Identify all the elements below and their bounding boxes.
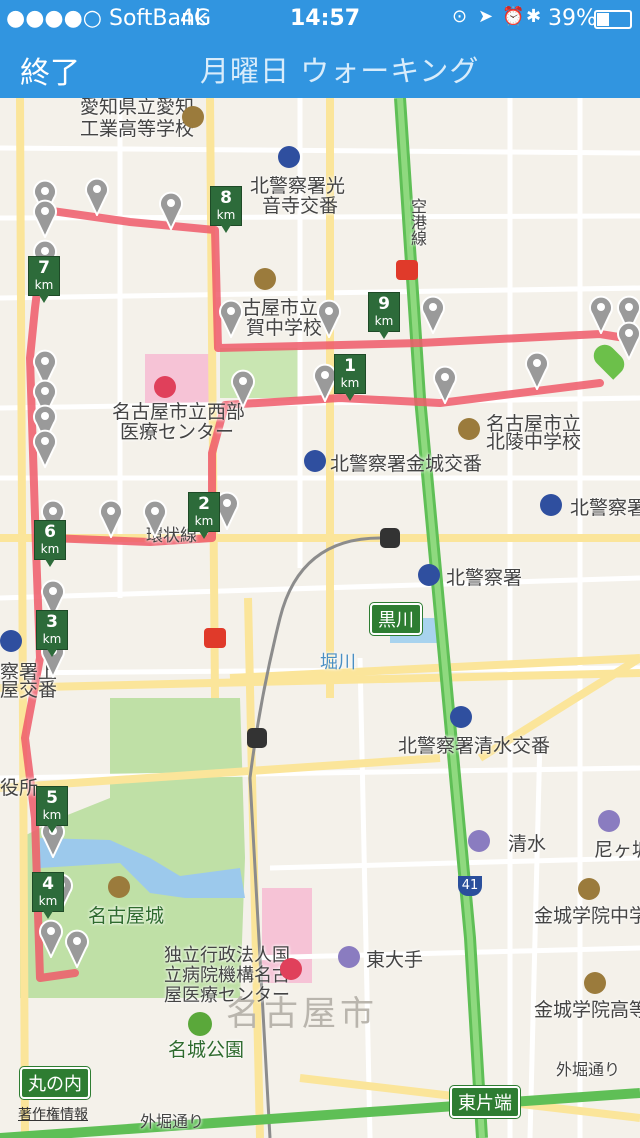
hospital-area [145, 354, 215, 403]
lock-rotation-icon: ⊙ [452, 6, 468, 27]
location-pin-icon[interactable] [616, 320, 640, 360]
km-marker-2[interactable]: 2 km [188, 492, 220, 539]
network-label: 4G [180, 6, 212, 31]
train-icon [338, 946, 360, 968]
police-icon [278, 146, 300, 168]
castle-label: 名古屋城 [88, 905, 165, 927]
park-label: 名城公園 [168, 1039, 245, 1061]
road-label: 空港線 [408, 198, 427, 246]
road-label: 外堀通り [556, 1060, 621, 1079]
km-marker-8[interactable]: 8 km [210, 186, 242, 233]
school-icon [578, 878, 600, 900]
school-label: 金城学院中学校 [534, 905, 640, 927]
location-pin-icon[interactable] [524, 350, 550, 390]
school-label: 愛知県立愛知 [80, 98, 195, 118]
hospital-label: 医療センター [120, 421, 235, 443]
school-label: 賀中学校 [246, 317, 323, 339]
location-pin-icon[interactable] [588, 294, 614, 334]
school-label: 北陵中学校 [486, 431, 582, 453]
train-icon [598, 810, 620, 832]
alarm-icon: ⏰ [502, 6, 525, 27]
police-icon [450, 706, 472, 728]
police-label: 北警察署 [446, 567, 523, 589]
police-label: 北警察署金城交番 [330, 453, 483, 475]
km-marker-6[interactable]: 6 km [34, 520, 66, 567]
school-icon [182, 106, 204, 128]
location-arrow-icon: ➤ [478, 6, 494, 27]
police-icon [540, 494, 562, 516]
location-pin-icon[interactable] [158, 190, 184, 230]
page-title: 月曜日 ウォーキング [200, 54, 480, 88]
location-pin-icon[interactable] [64, 928, 90, 968]
police-label: 北警察署志 [570, 497, 640, 519]
school-label: 金城学院高等学 [534, 999, 640, 1021]
status-bar: ●●●●○ SoftBank 4G 14:57 ⊙ ➤ ⏰ ✱ 39% [0, 0, 640, 36]
time-label: 14:57 [290, 6, 361, 31]
police-icon [0, 630, 22, 652]
hospital-icon [280, 958, 302, 980]
km-marker-3[interactable]: 3 km [36, 610, 68, 657]
river-label: 堀川 [320, 652, 356, 673]
location-pin-icon[interactable] [218, 298, 244, 338]
police-label: 音寺交番 [262, 195, 339, 217]
location-pin-icon[interactable] [420, 294, 446, 334]
location-pin-icon[interactable] [98, 498, 124, 538]
park-icon [188, 1012, 212, 1036]
city-label: 名古屋市 [226, 994, 378, 1034]
km-marker-4[interactable]: 4 km [32, 872, 64, 919]
km-marker-7[interactable]: 7 km [28, 256, 60, 303]
location-pin-icon[interactable] [142, 498, 168, 538]
office-label: 役所 [0, 777, 39, 799]
km-marker-5[interactable]: 5 km [36, 786, 68, 833]
station-label: 東大手 [366, 949, 424, 971]
police-label: 屋交番 [0, 679, 58, 701]
road-label: 外堀通り [140, 1112, 205, 1131]
location-pin-icon[interactable] [432, 364, 458, 404]
copyright-link[interactable]: 著作権情報 [18, 1104, 88, 1124]
location-pin-icon[interactable] [32, 428, 58, 468]
school-label: 工業高等学校 [80, 118, 195, 140]
battery-percent: 39% [548, 6, 597, 31]
end-button[interactable]: 終了 [20, 48, 80, 92]
gas-station-icon [204, 628, 226, 648]
hospital-icon [154, 376, 176, 398]
km-marker-1[interactable]: 1 km [334, 354, 366, 401]
station-label: 清水 [508, 833, 547, 855]
subway-icon [247, 728, 267, 748]
police-icon [304, 450, 326, 472]
police-icon [418, 564, 440, 586]
train-icon [468, 830, 490, 852]
bluetooth-icon: ✱ [526, 6, 542, 27]
navigation-bar: 終了 月曜日 ウォーキング [0, 36, 640, 98]
km-marker-9[interactable]: 9 km [368, 292, 400, 339]
station-badge-kurokawa: 黒川 [370, 603, 422, 635]
school-icon [584, 972, 606, 994]
subway-icon [380, 528, 400, 548]
gas-station-icon [396, 260, 418, 280]
location-pin-icon[interactable] [316, 298, 342, 338]
police-label: 北警察署清水交番 [398, 735, 551, 757]
location-pin-icon[interactable] [230, 368, 256, 408]
road-badge-higashikataha: 東片端 [450, 1086, 520, 1118]
map-view[interactable]: 愛知県立愛知 工業高等学校 北警察署光 音寺交番 空港線 古屋市立 賀中学校 名… [0, 98, 640, 1138]
location-pin-icon[interactable] [84, 176, 110, 216]
school-icon [458, 418, 480, 440]
route-41-icon: 41 [458, 876, 482, 896]
location-pin-icon[interactable] [32, 198, 58, 238]
road-badge-marunouchi: 丸の内 [20, 1067, 90, 1099]
map-base [0, 98, 640, 1138]
location-pin-icon[interactable] [38, 918, 64, 958]
battery-icon [594, 10, 632, 29]
castle-icon [108, 876, 130, 898]
carrier-label: ●●●●○ SoftBank [6, 6, 208, 31]
station-label: 尼ヶ坂 [594, 839, 640, 861]
school-icon [254, 268, 276, 290]
